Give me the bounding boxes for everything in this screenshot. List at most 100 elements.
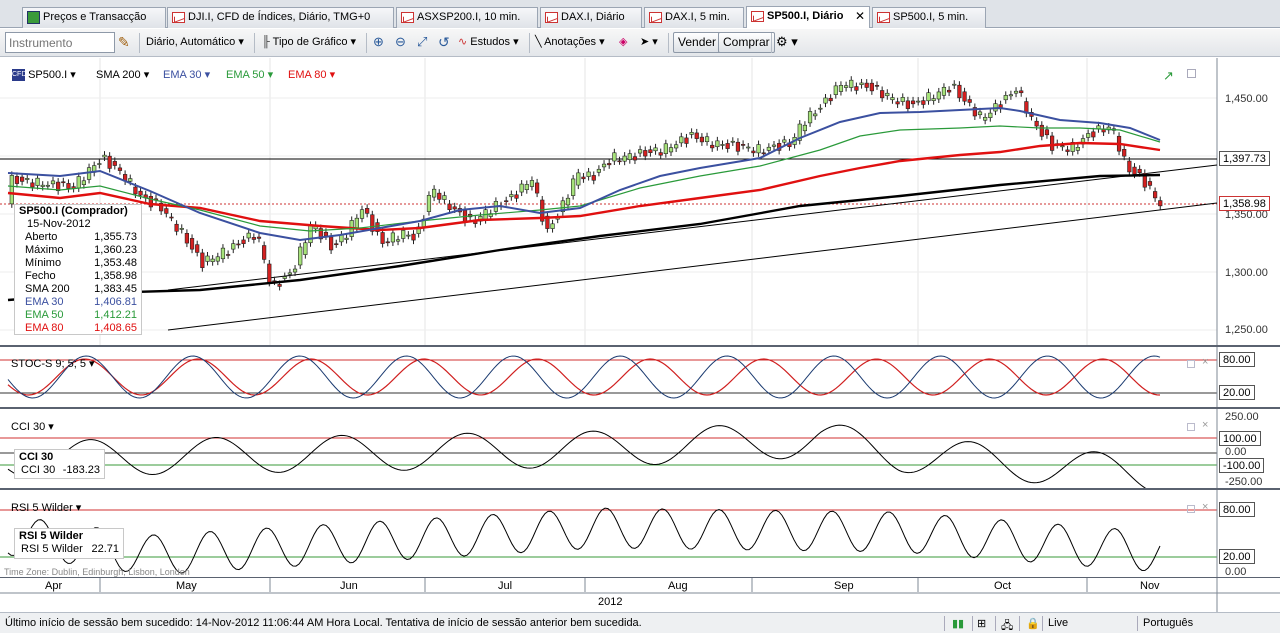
candle	[838, 85, 844, 92]
cci-chart[interactable]	[0, 409, 1280, 488]
candle	[133, 186, 138, 195]
cci-line	[7, 424, 1147, 488]
legend-sma200[interactable]: SMA 200 ▾	[96, 68, 149, 81]
candle	[246, 232, 251, 239]
candle	[81, 180, 86, 185]
legend-ema80-label: EMA 80	[288, 69, 327, 81]
cci-tick: 250.00	[1225, 411, 1259, 423]
timeframe-dropdown[interactable]: Diário, Automático ▾	[146, 34, 244, 52]
tab-label: SP500.I, Diário	[767, 10, 844, 22]
instrument-input[interactable]	[5, 32, 115, 53]
rsi-box-label: RSI 5 Wilder	[21, 543, 83, 555]
close-icon[interactable]: ✕	[855, 9, 865, 23]
candle	[452, 206, 457, 210]
close-icon[interactable]: ×	[1202, 356, 1208, 368]
legend-ema50[interactable]: EMA 50 ▾	[226, 68, 273, 81]
rsi-label: RSI 5 Wilder	[11, 502, 73, 514]
pointer-icon[interactable]: ➤ ▾	[640, 34, 658, 52]
price-tick: 1,250.00	[1225, 324, 1268, 336]
rsi-legend[interactable]: RSI 5 Wilder ▾	[11, 501, 81, 514]
candle	[251, 237, 256, 240]
candle	[936, 91, 941, 100]
annotations-dropdown[interactable]: ╲ Anotações ▾	[535, 34, 605, 52]
candle	[668, 147, 674, 153]
info-row: Fecho 1,358.98	[25, 270, 137, 282]
legend-ema80[interactable]: EMA 80 ▾	[288, 68, 335, 81]
candle	[833, 85, 838, 95]
candle	[1039, 124, 1044, 137]
candle	[354, 217, 359, 229]
candle	[267, 263, 272, 283]
candle	[586, 171, 591, 177]
stoch-legend[interactable]: STOC-S 9; 5; 5 ▾	[11, 357, 95, 370]
tab-prices[interactable]: Preços e Transacção	[22, 7, 166, 28]
candle	[189, 238, 195, 250]
legend-instrument[interactable]: CFD SP500.I ▾	[12, 68, 76, 82]
candle	[952, 83, 957, 86]
chart-type-dropdown[interactable]: ╟ Tipo de Gráfico ▾	[262, 34, 356, 52]
trend-up-icon: ↗	[1163, 68, 1174, 83]
fit-icon[interactable]: ⤢	[417, 34, 427, 52]
candle	[977, 111, 983, 116]
candle	[983, 116, 988, 121]
zoom-in-icon[interactable]: ⊕	[373, 34, 384, 52]
studies-dropdown[interactable]: ∿ Estudos ▾	[458, 34, 519, 52]
candle	[431, 188, 437, 198]
candle	[1147, 181, 1153, 186]
candle	[380, 232, 385, 244]
info-row: SMA 200 1,383.45	[25, 283, 137, 295]
close-icon[interactable]: ×	[1202, 501, 1208, 513]
price-info-box: SP500.I (Comprador) 15-Nov-2012 Aberto 1,…	[14, 204, 142, 335]
candle	[195, 244, 200, 253]
stoch-tick: 20.00	[1219, 385, 1255, 400]
candle	[1122, 149, 1127, 157]
chart-icon	[877, 12, 890, 23]
tab-dax-daily[interactable]: DAX.I, Diário	[540, 7, 642, 28]
close-icon[interactable]: ×	[1202, 419, 1208, 431]
buy-button[interactable]: Comprar	[718, 32, 775, 53]
refresh-icon[interactable]: ↺	[438, 34, 450, 52]
cci-box-value: -183.23	[62, 464, 100, 476]
maximize-icon[interactable]	[1187, 505, 1195, 513]
tab-sp500-5min[interactable]: SP500.I, 5 min.	[872, 7, 986, 28]
cci-legend[interactable]: CCI 30 ▾	[11, 420, 54, 433]
ema30-line	[7, 106, 1161, 242]
eraser-icon[interactable]: ◈	[619, 34, 627, 52]
candle	[612, 152, 617, 162]
zoom-out-icon[interactable]: ⊖	[395, 34, 406, 52]
candle	[591, 175, 596, 181]
legend-ema30[interactable]: EMA 30 ▾	[163, 68, 210, 81]
maximize-icon[interactable]	[1187, 69, 1196, 78]
candle	[890, 97, 895, 101]
month-label: Jul	[498, 580, 513, 592]
network-icon: 🖧	[1001, 620, 1014, 632]
candle	[226, 254, 231, 256]
tab-dax-5min[interactable]: DAX.I, 5 min.	[644, 7, 744, 28]
tab-asx[interactable]: ASXSP200.I, 10 min.	[396, 7, 538, 28]
maximize-icon[interactable]	[1187, 360, 1195, 368]
rsi-chart[interactable]	[0, 490, 1280, 578]
live-status: Live	[1048, 617, 1069, 629]
candle	[663, 143, 668, 154]
language-label[interactable]: Português	[1143, 617, 1193, 629]
candle	[1044, 129, 1050, 136]
sma200-line	[7, 173, 1161, 302]
tab-dji[interactable]: DJI.I, CFD de Índices, Diário, TMG+0	[167, 7, 394, 28]
settings-icon[interactable]: ⚙ ▾	[776, 34, 798, 52]
price-tick: 1,300.00	[1225, 267, 1268, 279]
month-label: Jun	[340, 580, 358, 592]
hline-price-tag: 1,397.73	[1219, 151, 1270, 166]
tab-sp500-daily[interactable]: SP500.I, Diário ✕	[746, 6, 870, 28]
price-chart[interactable]	[0, 58, 1280, 345]
info-date: 15-Nov-2012	[27, 218, 91, 230]
info-row: Mínimo 1,353.48	[25, 257, 137, 269]
candle	[679, 136, 684, 144]
sell-button[interactable]: Vender	[673, 32, 722, 53]
candle	[916, 100, 921, 103]
candle	[241, 239, 246, 244]
rsi-box-value: 22.71	[91, 543, 119, 555]
tab-label: Preços e Transacção	[43, 11, 147, 23]
magic-wand-icon[interactable]: ✎	[118, 34, 130, 52]
stoch-chart[interactable]	[0, 347, 1280, 407]
maximize-icon[interactable]	[1187, 423, 1195, 431]
